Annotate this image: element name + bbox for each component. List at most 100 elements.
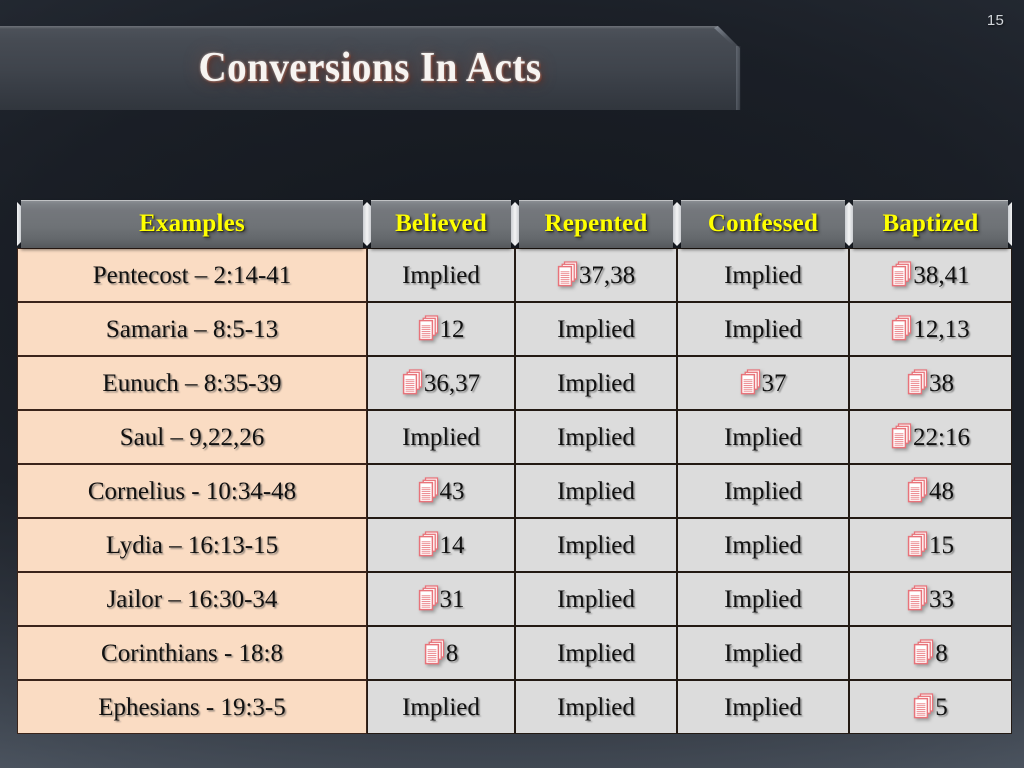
confessed-value: Implied [724,639,802,667]
baptized-cell[interactable]: 38 [849,356,1012,410]
header-label: Examples [139,210,245,237]
baptized-cell[interactable]: 12,13 [849,302,1012,356]
repented-cell[interactable]: 37,38 [515,248,677,302]
document-stack-icon [418,585,439,611]
cell-content: 38 [856,369,1005,397]
repented-cell[interactable]: Implied [515,410,677,464]
cell-content: Samaria – 8:5-13 [24,317,360,342]
table-header-cell-examples[interactable]: Examples [17,198,367,248]
table-header-cell-confessed[interactable]: Confessed [677,198,849,248]
repented-cell[interactable]: Implied [515,356,677,410]
believed-value: Implied [402,423,480,451]
cell-content: Implied [522,533,670,558]
confessed-cell[interactable]: Implied [677,410,849,464]
document-stack-icon [891,261,912,287]
repented-cell[interactable]: Implied [515,626,677,680]
cell-content: 48 [856,477,1005,504]
believed-cell[interactable]: Implied [367,248,515,302]
cell-content: 12 [374,315,508,342]
believed-cell[interactable]: 14 [367,518,515,572]
table-header-cell-baptized[interactable]: Baptized [849,198,1012,248]
baptized-value: 8 [935,639,948,667]
document-stack-icon [418,315,439,341]
slide-title: Conversions In Acts [198,45,542,91]
document-stack-icon [907,585,928,611]
repented-cell[interactable]: Implied [515,680,677,734]
cell-content: Ephesians - 19:3-5 [24,695,360,720]
document-stack-icon [907,369,928,395]
table-header-cell-believed[interactable]: Believed [367,198,515,248]
example-label: Eunuch – 8:35-39 [102,369,282,397]
example-cell[interactable]: Pentecost – 2:14-41 [17,248,367,302]
header-label: Repented [544,210,648,237]
baptized-cell[interactable]: 22:16 [849,410,1012,464]
example-cell[interactable]: Lydia – 16:13-15 [17,518,367,572]
confessed-cell[interactable]: Implied [677,464,849,518]
cell-content: 31 [374,585,508,612]
believed-cell[interactable]: Implied [367,680,515,734]
example-cell[interactable]: Ephesians - 19:3-5 [17,680,367,734]
baptized-cell[interactable]: 48 [849,464,1012,518]
cell-content: Implied [374,695,508,720]
repented-cell[interactable]: Implied [515,302,677,356]
example-cell[interactable]: Eunuch – 8:35-39 [17,356,367,410]
example-label: Saul – 9,22,26 [119,423,265,451]
document-stack-icon [740,369,761,395]
cell-content: Implied [684,317,842,342]
example-cell[interactable]: Cornelius - 10:34-48 [17,464,367,518]
header-cell-bevel: Confessed [681,200,845,248]
document-stack-icon [402,369,423,395]
repented-cell[interactable]: Implied [515,572,677,626]
document-stack-icon [891,423,912,449]
cell-content: 36,37 [374,369,508,396]
baptized-value: 38 [929,369,954,397]
baptized-value: 33 [929,585,954,613]
confessed-cell[interactable]: Implied [677,302,849,356]
believed-value: Implied [402,261,480,289]
cell-content: 33 [856,585,1005,613]
confessed-cell[interactable]: Implied [677,518,849,572]
confessed-value: Implied [724,585,802,613]
confessed-cell[interactable]: Implied [677,248,849,302]
cell-content: 37 [684,369,842,397]
table-row: Pentecost – 2:14-41 Implied 37,38 Implied 38… [17,248,1012,302]
baptized-cell[interactable]: 38,41 [849,248,1012,302]
example-cell[interactable]: Saul – 9,22,26 [17,410,367,464]
example-label: Cornelius - 10:34-48 [87,477,297,505]
believed-cell[interactable]: 43 [367,464,515,518]
example-cell[interactable]: Samaria – 8:5-13 [17,302,367,356]
cell-content: Saul – 9,22,26 [24,425,360,450]
title-banner: Conversions In Acts [0,26,762,110]
cell-content: Corinthians - 18:8 [24,641,360,666]
confessed-cell[interactable]: Implied [677,572,849,626]
document-stack-icon [913,693,934,719]
believed-cell[interactable]: 8 [367,626,515,680]
confessed-value: 37 [761,369,787,397]
confessed-cell[interactable]: Implied [677,626,849,680]
cell-content: 43 [374,477,508,504]
confessed-cell[interactable]: 37 [677,356,849,410]
repented-cell[interactable]: Implied [515,464,677,518]
baptized-cell[interactable]: 8 [849,626,1012,680]
example-label: Pentecost – 2:14-41 [92,261,292,289]
baptized-cell[interactable]: 15 [849,518,1012,572]
believed-cell[interactable]: 12 [367,302,515,356]
baptized-cell[interactable]: 5 [849,680,1012,734]
repented-value: Implied [557,585,635,613]
believed-cell[interactable]: Implied [367,410,515,464]
document-stack-icon [557,261,578,287]
cell-content: Implied [374,425,508,450]
repented-cell[interactable]: Implied [515,518,677,572]
example-cell[interactable]: Jailor – 16:30-34 [17,572,367,626]
baptized-cell[interactable]: 33 [849,572,1012,626]
header-cell-bevel: Baptized [853,200,1008,248]
confessed-value: Implied [724,693,802,721]
example-cell[interactable]: Corinthians - 18:8 [17,626,367,680]
believed-cell[interactable]: 31 [367,572,515,626]
believed-cell[interactable]: 36,37 [367,356,515,410]
cell-content: Eunuch – 8:35-39 [24,371,360,396]
table-body: Pentecost – 2:14-41 Implied 37,38 Implied 38… [17,248,1012,734]
cell-content: Jailor – 16:30-34 [24,587,360,612]
confessed-cell[interactable]: Implied [677,680,849,734]
table-header-cell-repented[interactable]: Repented [515,198,677,248]
